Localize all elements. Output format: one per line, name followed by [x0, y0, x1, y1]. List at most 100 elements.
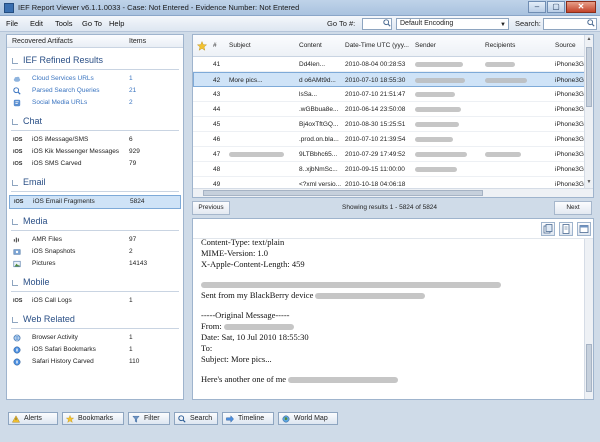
group-title[interactable]: Mobile	[7, 276, 183, 289]
artifact-count: 1	[129, 75, 133, 82]
document-icon[interactable]	[559, 222, 573, 236]
grid-vertical-scrollbar[interactable]: ▲ ▼	[584, 35, 593, 197]
col-datetime[interactable]: Date-Time UTC (yyy...	[345, 42, 409, 49]
timeline-button[interactable]: Timeline	[222, 412, 274, 425]
scroll-up-icon[interactable]: ▲	[585, 36, 593, 44]
table-row[interactable]: 41 Dd4len... 2010-08-04 00:28:53 iPhone3…	[193, 57, 593, 72]
artifact-count: 929	[129, 148, 140, 155]
group-title[interactable]: Media	[7, 215, 183, 228]
table-row[interactable]: 46 .prod.on.bla... 2010-07-10 21:39:54 i…	[193, 132, 593, 147]
scroll-down-icon[interactable]: ▼	[585, 179, 593, 187]
artifact-cloud-services-urls[interactable]: Cloud Services URLs 1	[7, 73, 183, 85]
window-icon[interactable]	[577, 222, 591, 236]
table-row[interactable]: 47 9LTBbhc65... 2010-07-29 17:49:52 iPho…	[193, 147, 593, 162]
menu-tools[interactable]: Tools	[55, 19, 73, 28]
col-subject[interactable]: Subject	[229, 42, 251, 49]
cell-number: 42	[213, 77, 221, 84]
menu-file[interactable]: File	[6, 19, 18, 28]
table-row-selected[interactable]: 42 More pics... d o6AMt9d... 2010-07-10 …	[193, 72, 593, 87]
col-recipients[interactable]: Recipients	[485, 42, 515, 49]
menu-edit[interactable]: Edit	[30, 19, 43, 28]
artifact-count: 2	[129, 99, 133, 106]
table-row[interactable]: 43 lsSa... 2010-07-10 21:51:47 iPhone3G.…	[193, 87, 593, 102]
grid-horizontal-scrollbar[interactable]	[193, 188, 593, 197]
bookmarks-button[interactable]: Bookmarks	[62, 412, 124, 425]
picture-icon	[13, 260, 21, 268]
col-sender[interactable]: Sender	[415, 42, 436, 49]
minimize-button[interactable]: –	[528, 1, 546, 13]
alerts-button[interactable]: Alerts	[8, 412, 58, 425]
export-icon[interactable]	[541, 222, 555, 236]
social-media-icon	[13, 99, 21, 107]
col-number[interactable]: #	[213, 42, 217, 49]
preview-vertical-scrollbar[interactable]	[584, 239, 593, 399]
maximize-button[interactable]: ▢	[547, 1, 565, 13]
preview-line: Subject: More pics...	[201, 354, 272, 364]
preview-spacer	[201, 270, 581, 279]
search-icon[interactable]	[587, 19, 595, 27]
preview-line: -----Original Message-----	[201, 310, 290, 320]
artifact-ios-kik-messenger[interactable]: iOS iOS Kik Messenger Messages 929	[7, 146, 183, 158]
artifact-pictures[interactable]: Pictures 14143	[7, 258, 183, 270]
artifact-social-media-urls[interactable]: Social Media URLs 2	[7, 97, 183, 109]
artifact-count: 5824	[130, 198, 145, 205]
artifact-amr-files[interactable]: AMR Files 97	[7, 234, 183, 246]
artifacts-panel: Recovered Artifacts Items IEF Refined Re…	[6, 34, 184, 400]
star-icon[interactable]	[197, 41, 207, 51]
group-title[interactable]: IEF Refined Results	[7, 54, 183, 67]
cell-number: 43	[213, 91, 221, 98]
search-label: Search:	[515, 19, 541, 28]
cell-sender-redacted	[415, 162, 457, 177]
group-divider	[11, 328, 179, 329]
scroll-thumb[interactable]	[586, 47, 592, 107]
cell-subject-redacted	[229, 147, 284, 162]
artifact-count: 14143	[129, 260, 148, 267]
artifact-ios-safari-bookmarks[interactable]: iOS Safari Bookmarks 1	[7, 344, 183, 356]
encoding-select[interactable]: Default Encoding ▼	[396, 18, 509, 30]
scroll-thumb[interactable]	[586, 344, 592, 392]
artifact-ios-sms-carved[interactable]: iOS iOS SMS Carved 79	[7, 158, 183, 170]
group-title[interactable]: Web Related	[7, 313, 183, 326]
artifact-browser-activity[interactable]: Browser Activity 1	[7, 332, 183, 344]
col-source[interactable]: Source	[555, 42, 576, 49]
search-button[interactable]: Search	[174, 412, 218, 425]
cell-recipients-redacted	[485, 147, 521, 162]
artifact-label: Pictures	[32, 260, 56, 267]
artifact-parsed-search-queries[interactable]: Parsed Search Queries 21	[7, 85, 183, 97]
artifact-safari-history-carved[interactable]: Safari History Carved 110	[7, 356, 183, 368]
menu-help[interactable]: Help	[109, 19, 124, 28]
artifact-count: 2	[129, 248, 133, 255]
menu-goto[interactable]: Go To	[82, 19, 102, 28]
magnifier-icon[interactable]	[383, 19, 391, 27]
col-content[interactable]: Content	[299, 42, 322, 49]
col-items[interactable]: Items	[129, 38, 146, 45]
table-row[interactable]: 48 8..xjbNmSc... 2010-09-15 11:00:00 iPh…	[193, 162, 593, 177]
artifact-ios-call-logs[interactable]: iOS iOS Call Logs 1	[7, 295, 183, 307]
preview-line-sent-from: Sent from my BlackBerry device	[201, 290, 581, 301]
window-title: IEF Report Viewer v6.1.1.0033 - Case: No…	[18, 3, 300, 12]
group-title[interactable]: Email	[7, 176, 183, 189]
group-title[interactable]: Chat	[7, 115, 183, 128]
table-row[interactable]: 45 Bj4oxTftGQ... 2010-08-30 15:25:51 iPh…	[193, 117, 593, 132]
cell-number: 48	[213, 166, 221, 173]
artifact-ios-imessage-sms[interactable]: iOS iOS iMessage/SMS 6	[7, 134, 183, 146]
preview-line-body: Here's another one of me	[201, 374, 581, 385]
ios-icon: iOS	[13, 149, 23, 155]
artifact-label: iOS Kik Messenger Messages	[32, 148, 120, 155]
filter-button[interactable]: Filter	[128, 412, 170, 425]
artifact-ios-email-fragments[interactable]: iOS iOS Email Fragments 5824	[9, 195, 181, 209]
table-row[interactable]: 44 .wGBbua8e... 2010-06-14 23:50:08 iPho…	[193, 102, 593, 117]
artifact-ios-snapshots[interactable]: iOS Snapshots 2	[7, 246, 183, 258]
next-button[interactable]: Next	[554, 201, 592, 215]
artifact-label: AMR Files	[32, 236, 62, 243]
close-button[interactable]: ✕	[566, 1, 596, 13]
scroll-thumb[interactable]	[203, 190, 483, 196]
cell-sender-redacted	[415, 87, 455, 102]
artifact-label: iOS Safari Bookmarks	[32, 346, 96, 353]
cell-sender-redacted	[415, 57, 463, 72]
ios-icon: iOS	[13, 298, 23, 304]
cell-sender-redacted	[415, 147, 467, 162]
world-map-button[interactable]: World Map	[278, 412, 338, 425]
col-recovered-artifacts[interactable]: Recovered Artifacts	[12, 38, 73, 45]
previous-button[interactable]: Previous	[192, 201, 230, 215]
